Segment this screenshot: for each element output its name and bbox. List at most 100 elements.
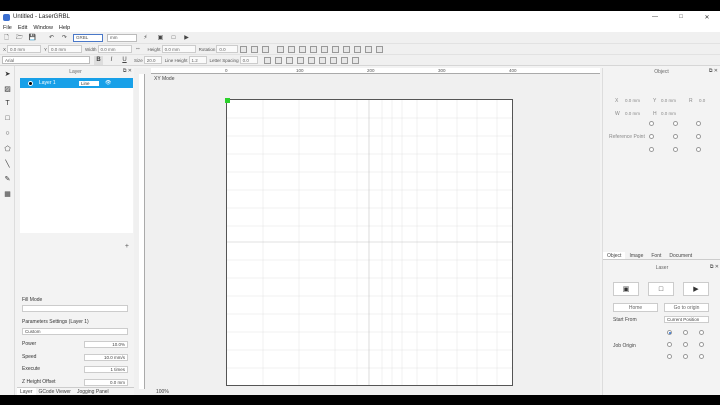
tab-gcode-viewer[interactable]: GCode Viewer (36, 388, 74, 395)
job-origin-radio[interactable] (699, 330, 704, 335)
unit-select[interactable]: mm (107, 33, 137, 42)
job-origin-radio[interactable] (667, 354, 672, 359)
align-left-icon[interactable] (299, 45, 307, 53)
panel-close-icon[interactable]: ⧉ ✕ (709, 68, 718, 74)
stop-button[interactable]: □ (648, 282, 674, 296)
boolean-union-icon[interactable] (263, 56, 271, 64)
align-top-icon[interactable] (332, 45, 340, 53)
obj-y-input[interactable]: 0.0 mm (661, 98, 676, 103)
rotation-input[interactable]: 0.0 (216, 45, 239, 53)
tab-layer[interactable]: Layer (17, 388, 36, 395)
line-height-input[interactable]: 1.2 (188, 56, 207, 64)
polygon-tool-icon[interactable]: ⬠ (0, 141, 15, 156)
layer-mode-select[interactable]: Line (79, 80, 99, 86)
align-icon[interactable] (240, 45, 248, 53)
pen-tool-icon[interactable]: ✎ (0, 171, 15, 186)
home-button[interactable]: Home (613, 303, 658, 312)
obj-w-input[interactable]: 0.0 mm (625, 111, 640, 116)
distribute-h-icon[interactable] (365, 45, 373, 53)
job-origin-radio[interactable] (699, 354, 704, 359)
job-origin-radio[interactable] (683, 354, 688, 359)
tab-font[interactable]: Font (647, 252, 665, 259)
frame-button[interactable]: ▣ (613, 282, 639, 296)
boolean-diff-icon[interactable] (296, 56, 304, 64)
align-bottom-icon[interactable] (354, 45, 362, 53)
ref-radio[interactable] (649, 147, 654, 152)
power-input[interactable]: 10.0% (84, 340, 128, 348)
line-tool-icon[interactable]: ╲ (0, 156, 15, 171)
parameter-preset-select[interactable]: Custom (22, 328, 128, 335)
go-to-origin-button[interactable]: Go to origin (664, 303, 709, 312)
tab-image[interactable]: Image (625, 252, 647, 259)
job-origin-radio[interactable] (683, 330, 688, 335)
bold-button[interactable]: B (94, 55, 103, 65)
menu-edit[interactable]: Edit (15, 25, 30, 31)
add-layer-button[interactable]: + (125, 243, 129, 250)
minimize-button[interactable]: — (642, 11, 668, 23)
obj-h-input[interactable]: 0.0 mm (661, 111, 676, 116)
size-input[interactable]: 20.0 (143, 56, 162, 64)
z-offset-input[interactable]: 0.0 mm (84, 378, 128, 386)
speed-input[interactable]: 10.0 mm/s (84, 353, 128, 361)
menu-window[interactable]: Window (30, 25, 56, 31)
x-input[interactable]: 0.0 mm (7, 45, 42, 53)
ref-radio[interactable] (696, 147, 701, 152)
tab-document[interactable]: Document (665, 252, 696, 259)
font-select[interactable]: Arial (2, 56, 90, 64)
weld-icon[interactable] (340, 56, 348, 64)
trace-icon[interactable] (329, 56, 337, 64)
ellipse-tool-icon[interactable]: ○ (0, 126, 15, 141)
maximize-button[interactable]: □ (668, 11, 694, 23)
offset-icon[interactable] (307, 56, 315, 64)
fill-mode-select[interactable] (22, 305, 128, 312)
new-file-icon[interactable]: 🗋 (2, 33, 11, 42)
panel-close-icon[interactable]: ⧉ ✕ (123, 68, 132, 74)
tab-object[interactable]: Object (603, 252, 626, 259)
obj-x-input[interactable]: 0.0 mm (625, 98, 640, 103)
array-icon[interactable] (318, 56, 326, 64)
text-tool-icon[interactable]: T (0, 96, 15, 111)
ref-radio[interactable] (696, 134, 701, 139)
layer-visible-icon[interactable]: 👁 (105, 80, 111, 86)
ref-radio[interactable] (673, 134, 678, 139)
underline-button[interactable]: U (120, 56, 129, 65)
redo-icon[interactable]: ↷ (60, 33, 69, 42)
job-origin-radio[interactable] (683, 342, 688, 347)
start-from-select[interactable]: Current Position (664, 316, 709, 323)
flip-h-icon[interactable] (277, 45, 285, 53)
undo-icon[interactable]: ↶ (47, 33, 56, 42)
ungroup-icon[interactable] (262, 45, 270, 53)
ref-radio[interactable] (673, 121, 678, 126)
panel-close-icon[interactable]: ⧉ ✕ (710, 264, 719, 270)
ref-radio[interactable] (673, 147, 678, 152)
frame-icon[interactable]: ▣ (156, 33, 165, 42)
job-origin-radio[interactable] (699, 342, 704, 347)
qr-tool-icon[interactable]: ▦ (0, 186, 15, 201)
align-right-icon[interactable] (321, 45, 329, 53)
height-input[interactable]: 0.0 mm (161, 45, 196, 53)
menu-help[interactable]: Help (56, 25, 73, 31)
node-edit-icon[interactable] (351, 56, 359, 64)
job-origin-radio[interactable] (667, 342, 672, 347)
distribute-v-icon[interactable] (376, 45, 384, 53)
ref-radio[interactable] (696, 121, 701, 126)
boolean-intersect-icon[interactable] (285, 56, 293, 64)
tab-jogging-panel[interactable]: Jogging Panel (74, 388, 112, 395)
rectangle-tool-icon[interactable]: □ (0, 111, 15, 126)
open-folder-icon[interactable]: 🗁 (15, 33, 24, 42)
ref-radio[interactable] (649, 121, 654, 126)
group-icon[interactable] (251, 45, 259, 53)
letter-spacing-input[interactable]: 0.0 (239, 56, 258, 64)
align-center-icon[interactable] (310, 45, 318, 53)
start-button[interactable]: ▶ (683, 282, 709, 296)
layer-row[interactable]: Layer 1 Line 👁 (20, 78, 133, 88)
obj-r-input[interactable]: 0.0 (699, 98, 705, 103)
flip-v-icon[interactable] (288, 45, 296, 53)
connect-icon[interactable]: ⚡ (141, 33, 150, 42)
job-origin-radio[interactable] (667, 330, 672, 335)
ref-radio[interactable] (649, 134, 654, 139)
menu-file[interactable]: File (0, 25, 15, 31)
y-input[interactable]: 0.0 mm (48, 45, 83, 53)
boolean-subtract-icon[interactable] (274, 56, 282, 64)
close-button[interactable]: ✕ (694, 11, 720, 23)
